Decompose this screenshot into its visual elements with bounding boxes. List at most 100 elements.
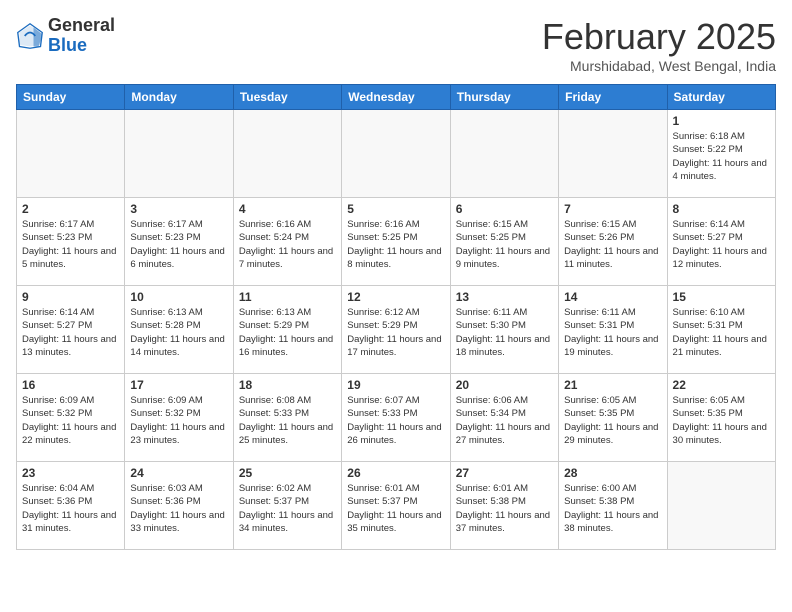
weekday-header-saturday: Saturday: [667, 85, 775, 110]
day-number: 26: [347, 466, 444, 480]
calendar-cell: 6Sunrise: 6:15 AM Sunset: 5:25 PM Daylig…: [450, 198, 558, 286]
calendar-cell: 21Sunrise: 6:05 AM Sunset: 5:35 PM Dayli…: [559, 374, 667, 462]
day-number: 24: [130, 466, 227, 480]
calendar-cell: 20 Sunrise: 6:06 AM Sunset: 5:34 PM Dayli…: [450, 374, 558, 462]
calendar-cell: [450, 110, 558, 198]
day-info: Sunrise: 6:09 AM Sunset: 5:32 PM Dayligh…: [22, 394, 119, 447]
day-number: 7: [564, 202, 661, 216]
day-info: Sunrise: 6:07 AM Sunset: 5:33 PM Dayligh…: [347, 394, 444, 447]
day-number: 11: [239, 290, 336, 304]
day-number: 3: [130, 202, 227, 216]
calendar-cell: 24Sunrise: 6:03 AM Sunset: 5:36 PM Dayli…: [125, 462, 233, 550]
calendar-cell: 11 Sunrise: 6:13 AM Sunset: 5:29 PM Dayli…: [233, 286, 341, 374]
calendar-cell: 9 Sunrise: 6:14 AM Sunset: 5:27 PM Daylig…: [17, 286, 125, 374]
calendar-cell: 7 Sunrise: 6:15 AM Sunset: 5:26 PM Daylig…: [559, 198, 667, 286]
calendar-cell: 8Sunrise: 6:14 AM Sunset: 5:27 PM Daylig…: [667, 198, 775, 286]
day-info: Sunrise: 6:14 AM Sunset: 5:27 PM Dayligh…: [22, 306, 119, 359]
weekday-header-monday: Monday: [125, 85, 233, 110]
calendar-cell: 4Sunrise: 6:16 AM Sunset: 5:24 PM Daylig…: [233, 198, 341, 286]
logo-icon: [16, 22, 44, 50]
calendar-cell: 1 Sunrise: 6:18 AM Sunset: 5:22 PM Daylig…: [667, 110, 775, 198]
calendar-cell: 3Sunrise: 6:17 AM Sunset: 5:23 PM Daylig…: [125, 198, 233, 286]
day-info: Sunrise: 6:11 AM Sunset: 5:30 PM Dayligh…: [456, 306, 553, 359]
day-number: 5: [347, 202, 444, 216]
calendar-cell: 27 Sunrise: 6:01 AM Sunset: 5:38 PM Dayli…: [450, 462, 558, 550]
day-number: 17: [130, 378, 227, 392]
month-title: February 2025: [542, 16, 776, 58]
day-number: 23: [22, 466, 119, 480]
day-info: Sunrise: 6:04 AM Sunset: 5:36 PM Dayligh…: [22, 482, 119, 535]
location-subtitle: Murshidabad, West Bengal, India: [542, 58, 776, 74]
day-info: Sunrise: 6:18 AM Sunset: 5:22 PM Dayligh…: [673, 130, 770, 183]
day-info: Sunrise: 6:11 AM Sunset: 5:31 PM Dayligh…: [564, 306, 661, 359]
calendar-cell: 23 Sunrise: 6:04 AM Sunset: 5:36 PM Dayli…: [17, 462, 125, 550]
calendar-cell: 17 Sunrise: 6:09 AM Sunset: 5:32 PM Dayli…: [125, 374, 233, 462]
day-number: 19: [347, 378, 444, 392]
day-info: Sunrise: 6:00 AM Sunset: 5:38 PM Dayligh…: [564, 482, 661, 535]
day-info: Sunrise: 6:06 AM Sunset: 5:34 PM Dayligh…: [456, 394, 553, 447]
weekday-header-row: SundayMondayTuesdayWednesdayThursdayFrid…: [17, 85, 776, 110]
day-info: Sunrise: 6:09 AM Sunset: 5:32 PM Dayligh…: [130, 394, 227, 447]
day-info: Sunrise: 6:05 AM Sunset: 5:35 PM Dayligh…: [564, 394, 661, 447]
calendar-cell: 26 Sunrise: 6:01 AM Sunset: 5:37 PM Dayli…: [342, 462, 450, 550]
day-info: Sunrise: 6:14 AM Sunset: 5:27 PM Dayligh…: [673, 218, 770, 271]
week-row-5: 23 Sunrise: 6:04 AM Sunset: 5:36 PM Dayli…: [17, 462, 776, 550]
day-info: Sunrise: 6:10 AM Sunset: 5:31 PM Dayligh…: [673, 306, 770, 359]
day-info: Sunrise: 6:01 AM Sunset: 5:38 PM Dayligh…: [456, 482, 553, 535]
weekday-header-thursday: Thursday: [450, 85, 558, 110]
week-row-3: 9 Sunrise: 6:14 AM Sunset: 5:27 PM Daylig…: [17, 286, 776, 374]
calendar-cell: 12 Sunrise: 6:12 AM Sunset: 5:29 PM Dayli…: [342, 286, 450, 374]
day-info: Sunrise: 6:15 AM Sunset: 5:26 PM Dayligh…: [564, 218, 661, 271]
day-info: Sunrise: 6:12 AM Sunset: 5:29 PM Dayligh…: [347, 306, 444, 359]
calendar-cell: [667, 462, 775, 550]
weekday-header-sunday: Sunday: [17, 85, 125, 110]
calendar-cell: 19 Sunrise: 6:07 AM Sunset: 5:33 PM Dayli…: [342, 374, 450, 462]
calendar-cell: 5 Sunrise: 6:16 AM Sunset: 5:25 PM Daylig…: [342, 198, 450, 286]
day-info: Sunrise: 6:17 AM Sunset: 5:23 PM Dayligh…: [22, 218, 119, 271]
calendar-cell: 14 Sunrise: 6:11 AM Sunset: 5:31 PM Dayli…: [559, 286, 667, 374]
day-number: 28: [564, 466, 661, 480]
day-number: 16: [22, 378, 119, 392]
logo: General Blue: [16, 16, 115, 56]
calendar-cell: [342, 110, 450, 198]
day-number: 12: [347, 290, 444, 304]
weekday-header-friday: Friday: [559, 85, 667, 110]
calendar-cell: 13 Sunrise: 6:11 AM Sunset: 5:30 PM Dayli…: [450, 286, 558, 374]
week-row-1: 1 Sunrise: 6:18 AM Sunset: 5:22 PM Daylig…: [17, 110, 776, 198]
calendar-cell: 16 Sunrise: 6:09 AM Sunset: 5:32 PM Dayli…: [17, 374, 125, 462]
day-number: 9: [22, 290, 119, 304]
week-row-2: 2 Sunrise: 6:17 AM Sunset: 5:23 PM Daylig…: [17, 198, 776, 286]
day-info: Sunrise: 6:01 AM Sunset: 5:37 PM Dayligh…: [347, 482, 444, 535]
logo-text: General Blue: [48, 16, 115, 56]
calendar-cell: [233, 110, 341, 198]
logo-blue: Blue: [48, 35, 87, 55]
day-info: Sunrise: 6:16 AM Sunset: 5:24 PM Dayligh…: [239, 218, 336, 271]
calendar-cell: 2 Sunrise: 6:17 AM Sunset: 5:23 PM Daylig…: [17, 198, 125, 286]
calendar-cell: 28 Sunrise: 6:00 AM Sunset: 5:38 PM Dayli…: [559, 462, 667, 550]
day-info: Sunrise: 6:16 AM Sunset: 5:25 PM Dayligh…: [347, 218, 444, 271]
page-header: General Blue February 2025 Murshidabad, …: [16, 16, 776, 74]
calendar-cell: [17, 110, 125, 198]
calendar-table: SundayMondayTuesdayWednesdayThursdayFrid…: [16, 84, 776, 550]
weekday-header-wednesday: Wednesday: [342, 85, 450, 110]
day-number: 13: [456, 290, 553, 304]
day-number: 27: [456, 466, 553, 480]
title-block: February 2025 Murshidabad, West Bengal, …: [542, 16, 776, 74]
calendar-cell: [125, 110, 233, 198]
day-number: 1: [673, 114, 770, 128]
day-number: 2: [22, 202, 119, 216]
calendar-cell: 18Sunrise: 6:08 AM Sunset: 5:33 PM Dayli…: [233, 374, 341, 462]
day-number: 14: [564, 290, 661, 304]
day-number: 22: [673, 378, 770, 392]
day-info: Sunrise: 6:05 AM Sunset: 5:35 PM Dayligh…: [673, 394, 770, 447]
calendar-cell: 15Sunrise: 6:10 AM Sunset: 5:31 PM Dayli…: [667, 286, 775, 374]
day-number: 10: [130, 290, 227, 304]
logo-general: General: [48, 15, 115, 35]
calendar-cell: [559, 110, 667, 198]
day-number: 20: [456, 378, 553, 392]
day-info: Sunrise: 6:15 AM Sunset: 5:25 PM Dayligh…: [456, 218, 553, 271]
day-info: Sunrise: 6:13 AM Sunset: 5:28 PM Dayligh…: [130, 306, 227, 359]
day-info: Sunrise: 6:02 AM Sunset: 5:37 PM Dayligh…: [239, 482, 336, 535]
day-info: Sunrise: 6:13 AM Sunset: 5:29 PM Dayligh…: [239, 306, 336, 359]
calendar-cell: 22 Sunrise: 6:05 AM Sunset: 5:35 PM Dayli…: [667, 374, 775, 462]
